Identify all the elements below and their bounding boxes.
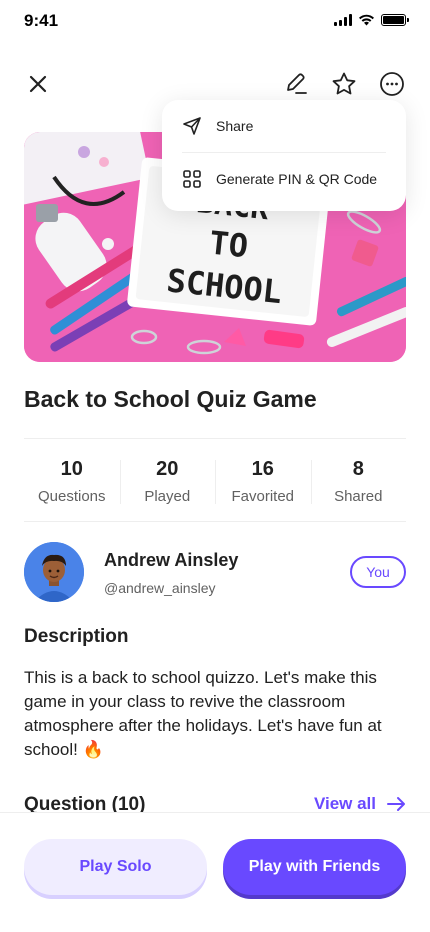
- stat-value: 16: [251, 457, 274, 480]
- avatar[interactable]: [24, 542, 84, 602]
- edit-icon: [287, 73, 307, 94]
- quiz-title: Back to School Quiz Game: [24, 386, 317, 412]
- stat-value: 8: [352, 457, 364, 480]
- stat-favorited: 16 Favorited: [215, 456, 311, 505]
- view-all-label: View all: [313, 794, 376, 813]
- options-menu: Share Generate PIN & QR Code: [162, 100, 406, 211]
- send-icon: [183, 117, 201, 135]
- stat-value: 20: [156, 457, 179, 480]
- author-handle: @andrew_ainsley: [104, 580, 216, 596]
- stat-label: Shared: [334, 487, 383, 505]
- view-all-link[interactable]: View all: [314, 794, 406, 814]
- description-heading: Description: [24, 626, 129, 647]
- sign-text-to: TO: [208, 224, 250, 266]
- you-badge: You: [350, 556, 406, 588]
- stat-value: 10: [60, 457, 83, 480]
- status-time: 9:41: [24, 11, 59, 30]
- signal-icon: [334, 14, 352, 26]
- status-icons: [334, 14, 409, 26]
- stat-played: 20 Played: [119, 456, 216, 505]
- battery-icon: [381, 14, 409, 26]
- stat-label: Played: [144, 487, 191, 505]
- bottom-action-bar: Play Solo Play with Friends: [0, 812, 430, 932]
- stat-label: Questions: [37, 487, 106, 505]
- more-horizontal-icon: [380, 72, 404, 96]
- menu-item-label: Share: [216, 118, 254, 134]
- quiz-stats: 10 Questions 20 Played 16 Favorited 8 Sh…: [24, 438, 406, 522]
- menu-item-share[interactable]: Share: [182, 100, 386, 152]
- menu-item-label: Generate PIN & QR Code: [216, 171, 378, 187]
- edit-button[interactable]: [282, 70, 310, 98]
- status-bar: 9:41: [0, 0, 430, 44]
- description-text: This is a back to school quizzo. Let's m…: [24, 668, 382, 759]
- qr-grid-icon: [183, 170, 201, 188]
- author-row[interactable]: Andrew Ainsley @andrew_ainsley You: [24, 542, 406, 602]
- favorite-button[interactable]: [330, 70, 358, 98]
- more-options-button[interactable]: [378, 70, 406, 98]
- wifi-icon: [359, 14, 374, 26]
- stat-questions: 10 Questions: [24, 456, 120, 505]
- play-with-friends-button[interactable]: Play with Friends: [223, 839, 406, 895]
- close-button[interactable]: [24, 70, 52, 98]
- stat-shared: 8 Shared: [310, 456, 407, 505]
- stat-label: Favorited: [231, 487, 295, 505]
- arrow-right-icon: [387, 797, 405, 811]
- avatar-illustration: [24, 542, 84, 602]
- menu-item-generate-pin-qr[interactable]: Generate PIN & QR Code: [182, 153, 386, 205]
- author-name: Andrew Ainsley: [104, 550, 239, 570]
- play-solo-button[interactable]: Play Solo: [24, 839, 207, 895]
- star-icon: [332, 72, 356, 95]
- close-icon: [29, 75, 47, 93]
